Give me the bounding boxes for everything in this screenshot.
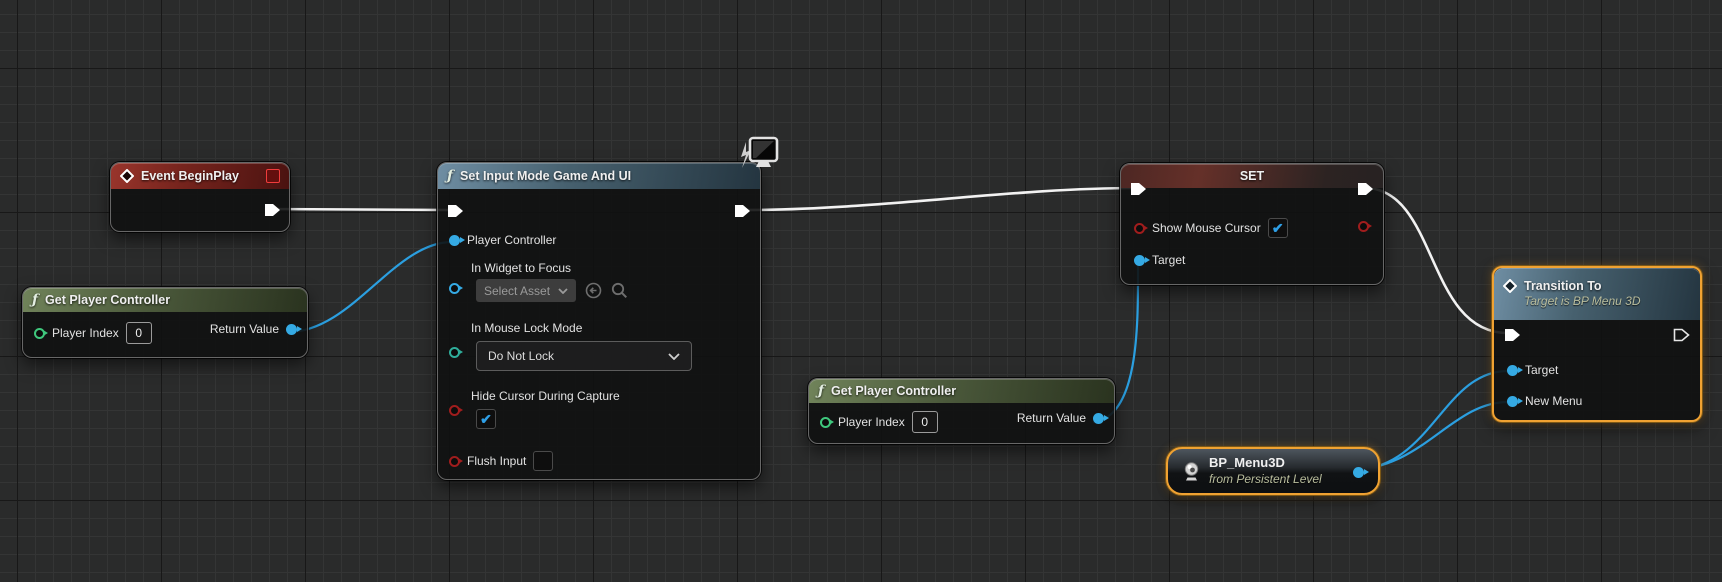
show-mouse-cursor-row: Show Mouse Cursor ✔ — [1134, 218, 1288, 238]
target-label: Target — [1525, 363, 1559, 377]
target-label: Target — [1152, 253, 1186, 267]
node-header: Transition To Target is BP Menu 3D — [1494, 268, 1700, 320]
in-mouse-lock-mode-label: In Mouse Lock Mode — [471, 321, 583, 335]
flush-input-label: Flush Input — [467, 454, 527, 468]
event-diamond-icon — [120, 169, 134, 183]
browse-asset-search-icon[interactable] — [611, 282, 628, 299]
hide-cursor-pin[interactable] — [449, 405, 463, 416]
target-pin[interactable] — [1507, 364, 1523, 376]
node-subtitle: Target is BP Menu 3D — [1524, 293, 1641, 308]
show-mouse-cursor-in-pin[interactable] — [1134, 222, 1148, 234]
node-get-player-controller-right[interactable]: ƒ Get Player Controller Player Index 0 R… — [808, 378, 1115, 444]
actor-camera-icon — [1184, 461, 1199, 480]
new-menu-label: New Menu — [1525, 394, 1583, 408]
node-header: ƒ Set Input Mode Game And UI — [438, 163, 760, 189]
node-set-show-mouse-cursor[interactable]: SET Show Mouse Cursor ✔ Target — [1120, 163, 1384, 285]
hide-cursor-checkbox[interactable]: ✔ — [476, 409, 496, 429]
player-index-pin[interactable] — [820, 416, 834, 428]
node-header: SET — [1121, 164, 1383, 188]
monitor-lightning-icon — [741, 136, 779, 168]
hide-cursor-during-capture-label: Hide Cursor During Capture — [471, 389, 620, 403]
in-widget-to-focus-label-row: In Widget to Focus — [471, 261, 571, 275]
player-index-label: Player Index — [52, 326, 119, 340]
in-mouse-lock-mode-pin[interactable] — [449, 347, 463, 358]
node-subtitle: from Persistent Level — [1209, 471, 1322, 486]
node-title: BP_Menu3D — [1209, 455, 1285, 471]
node-set-input-mode-game-and-ui[interactable]: ƒ Set Input Mode Game And UI Player Cont… — [437, 162, 761, 480]
player-index-input[interactable]: 0 — [911, 411, 938, 433]
player-index-pin[interactable] — [34, 327, 48, 339]
show-mouse-cursor-label: Show Mouse Cursor — [1152, 221, 1261, 235]
node-title: Set Input Mode Game And UI — [460, 169, 632, 183]
node-header: ƒ Get Player Controller — [809, 379, 1114, 403]
return-value-row: Return Value — [1016, 411, 1109, 425]
event-diamond-icon — [1503, 278, 1517, 293]
hide-cursor-label-row: Hide Cursor During Capture — [471, 389, 620, 403]
exec-wire-beginplay-to-setinputmode[interactable] — [264, 207, 454, 212]
chevron-down-icon — [668, 352, 680, 360]
player-index-input[interactable]: 0 — [125, 322, 152, 344]
exec-out-pin[interactable] — [264, 202, 281, 218]
player-controller-row: Player Controller — [449, 233, 556, 247]
return-value-label: Return Value — [209, 322, 279, 336]
show-mouse-cursor-checkbox[interactable]: ✔ — [1267, 218, 1288, 238]
mouse-lock-mode-select[interactable]: Do Not Lock — [476, 341, 692, 371]
bp-menu3d-out-pin[interactable] — [1353, 467, 1369, 478]
node-title: Get Player Controller — [831, 384, 957, 398]
in-widget-to-focus-label: In Widget to Focus — [471, 261, 572, 275]
flush-input-pin[interactable] — [449, 455, 463, 467]
in-widget-to-focus-pin[interactable] — [449, 283, 463, 294]
mouse-lock-mode-value: Do Not Lock — [488, 349, 555, 363]
flush-input-row: Flush Input — [449, 451, 554, 471]
node-title: Event BeginPlay — [141, 169, 239, 183]
exec-wire-set-to-transitionto[interactable] — [1364, 186, 1510, 335]
in-mouse-lock-mode-label-row: In Mouse Lock Mode — [471, 321, 582, 335]
return-value-pin[interactable] — [1093, 412, 1109, 424]
exec-wire-setinputmode-to-set[interactable] — [742, 186, 1138, 212]
select-asset-label: Select Asset — [484, 283, 551, 298]
node-header: Event BeginPlay — [111, 163, 289, 189]
node-bp-menu3d-reference[interactable]: BP_Menu3D from Persistent Level — [1166, 447, 1380, 495]
node-header: ƒ Get Player Controller — [23, 288, 307, 312]
target-row: Target — [1134, 253, 1185, 267]
chevron-down-icon — [558, 287, 568, 294]
exec-in-pin[interactable] — [1504, 327, 1521, 343]
target-pin[interactable] — [1134, 254, 1150, 266]
widget-asset-picker-row: Select Asset — [476, 279, 628, 302]
function-icon: ƒ — [818, 383, 825, 399]
node-transition-to[interactable]: Transition To Target is BP Menu 3D Targe… — [1492, 266, 1702, 422]
new-menu-pin[interactable] — [1507, 395, 1523, 407]
exec-in-pin[interactable] — [447, 203, 464, 219]
flush-input-checkbox[interactable] — [533, 451, 554, 471]
player-controller-label: Player Controller — [467, 233, 557, 247]
exec-out-pin[interactable] — [1357, 181, 1374, 197]
node-get-player-controller-left[interactable]: ƒ Get Player Controller Player Index 0 R… — [22, 287, 308, 358]
return-value-row: Return Value — [209, 322, 302, 336]
node-event-beginplay[interactable]: Event BeginPlay — [110, 162, 290, 232]
function-icon: ƒ — [447, 168, 454, 184]
red-square-icon — [266, 169, 280, 183]
return-value-pin[interactable] — [286, 323, 302, 335]
blueprint-graph-canvas[interactable]: Event BeginPlay ƒ Get Player Controller … — [0, 0, 1722, 582]
node-title: Get Player Controller — [45, 293, 171, 307]
player-index-row: Player Index 0 — [820, 411, 938, 433]
data-wire-getplayercontroller-to-playercontroller[interactable] — [286, 240, 454, 334]
node-title: Transition To — [1524, 278, 1602, 293]
player-index-label: Player Index — [838, 415, 905, 429]
player-controller-pin[interactable] — [449, 234, 465, 246]
return-value-label: Return Value — [1016, 411, 1086, 425]
player-index-row: Player Index 0 — [34, 322, 152, 344]
show-mouse-cursor-out-pin[interactable] — [1358, 221, 1372, 232]
node-title: SET — [1239, 169, 1265, 183]
exec-out-pin[interactable] — [1673, 327, 1690, 343]
function-icon: ƒ — [32, 292, 39, 308]
exec-out-pin[interactable] — [734, 203, 751, 219]
target-row: Target — [1507, 363, 1558, 377]
exec-in-pin[interactable] — [1130, 181, 1147, 197]
use-selected-asset-icon[interactable] — [585, 282, 602, 299]
new-menu-row: New Menu — [1507, 394, 1582, 408]
select-asset-dropdown[interactable]: Select Asset — [476, 279, 577, 302]
